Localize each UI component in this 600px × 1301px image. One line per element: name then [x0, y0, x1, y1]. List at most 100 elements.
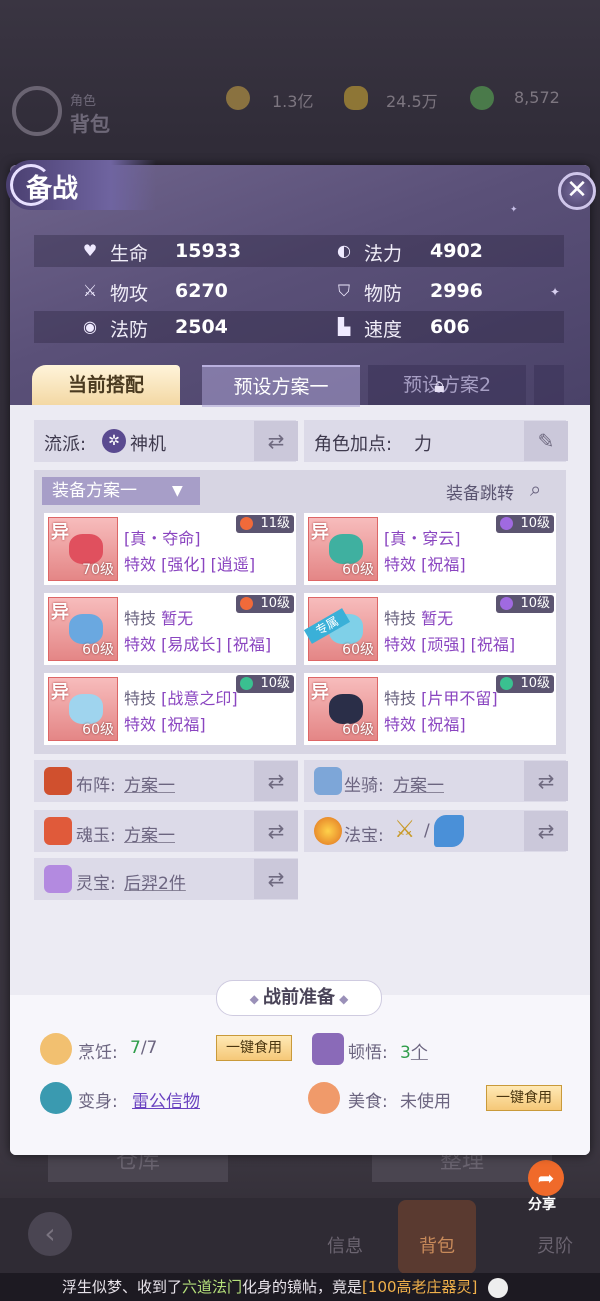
formation-value[interactable]: 方案一: [124, 771, 175, 796]
skill-line: 特技 暂无: [384, 605, 453, 629]
emoji-icon: [488, 1277, 509, 1298]
soul-jade-value[interactable]: 方案一: [124, 821, 175, 846]
share-button[interactable]: ➦ 分享: [524, 1160, 568, 1213]
equip-card[interactable]: 异 60级 10级 特技 [战意之印] 特效 [祝福]: [44, 673, 296, 745]
skill-value: [真・夺命]: [124, 529, 201, 548]
soul-jade-label: 魂玉:: [76, 826, 116, 846]
stat-value: 15933: [175, 240, 242, 262]
effect-label: 特效: [384, 635, 417, 654]
swap-mount-button[interactable]: ⇄: [524, 761, 568, 801]
gem-icon: [240, 677, 253, 690]
equip-level: 60级: [342, 642, 374, 658]
role-label: 角色: [70, 94, 97, 109]
tab-current[interactable]: 当前搭配: [32, 365, 180, 405]
skill-value: [战意之印]: [161, 689, 238, 708]
brush-icon[interactable]: ✎: [524, 421, 568, 461]
rarity-tag: 异: [51, 682, 69, 703]
effect-label: 特效: [384, 555, 417, 574]
equip-jump-link[interactable]: 装备跳转: [446, 479, 514, 504]
gem-icon: [240, 517, 253, 530]
gem-icon: [500, 517, 513, 530]
spirit-treasure-label: 灵宝:: [76, 874, 116, 894]
food-value: 未使用: [400, 1092, 451, 1112]
prep-title-text: 战前准备: [263, 987, 335, 1008]
stat-value: 6270: [175, 280, 228, 302]
treasure-separator: /: [424, 821, 430, 841]
swap-treasure-button[interactable]: ⇄: [524, 811, 568, 851]
equip-level: 60级: [82, 722, 114, 738]
skill-value: 暂无: [421, 609, 454, 628]
bun-icon: [40, 1033, 72, 1065]
enhance-level: 10级: [520, 596, 550, 611]
sword-icon: ⚔: [82, 281, 98, 300]
twin-sword-icon[interactable]: ⚔: [394, 815, 424, 847]
school-icon: ✲: [102, 429, 126, 453]
spirit-treasure-value[interactable]: 后羿2件: [124, 869, 186, 894]
cooking-count: 7: [130, 1038, 141, 1058]
food-label: 美食:: [348, 1092, 388, 1112]
transform-value[interactable]: 雷公信物: [132, 1087, 200, 1112]
equip-slot[interactable]: 专属 60级: [303, 597, 378, 661]
gold-ingot-icon: [344, 86, 368, 110]
equip-card[interactable]: 异 60级 10级 [真・穿云] 特效 [祝福]: [304, 513, 556, 585]
chevron-down-icon: ▼: [172, 483, 183, 499]
equip-level: 60级: [342, 722, 374, 738]
tab-more[interactable]: [534, 365, 564, 405]
treasure-label: 法宝:: [344, 826, 384, 846]
formation-label: 布阵:: [76, 776, 116, 796]
equip-card[interactable]: 异 60级 10级 特技 [片甲不留] 特效 [祝福]: [304, 673, 556, 745]
enhance-level: 10级: [260, 676, 290, 691]
mount-label: 坐骑:: [344, 776, 384, 796]
swap-soul-jade-button[interactable]: ⇄: [254, 811, 298, 851]
moon-icon: [12, 86, 62, 136]
equip-slot[interactable]: 异 60级: [308, 677, 378, 741]
panel-title: 备战: [26, 174, 79, 204]
equip-plan-dropdown[interactable]: 装备方案一 ▼: [42, 477, 200, 505]
marquee-highlight: [100高老庄器灵]: [362, 1278, 478, 1296]
stat-value: 4902: [430, 240, 483, 262]
insight-unit: 个: [410, 1043, 428, 1063]
currency-value: 24.5万: [386, 92, 438, 111]
effect-line: 特效 [易成长] [祝福]: [124, 631, 271, 655]
blue-gem-icon[interactable]: [434, 815, 464, 847]
lantern-icon: [40, 1082, 72, 1114]
equip-slot[interactable]: 异 60级: [308, 517, 378, 581]
stat-label: 生命: [110, 243, 149, 265]
rarity-tag: 异: [51, 602, 69, 623]
book-icon: [44, 767, 72, 795]
close-button[interactable]: ✕: [558, 172, 596, 210]
search-icon[interactable]: ⌕: [530, 477, 541, 501]
eat-all-button[interactable]: 一键食用: [216, 1035, 292, 1061]
stat-label: 法防: [110, 319, 149, 341]
enhance-badge: 10级: [496, 675, 554, 693]
swap-formation-button[interactable]: ⇄: [254, 761, 298, 801]
equip-card[interactable]: 异 60级 10级 特技 暂无 特效 [易成长] [祝福]: [44, 593, 296, 665]
equip-card[interactable]: 异 70级 11级 [真・夺命] 特效 [强化] [逍遥]: [44, 513, 296, 585]
insight-value[interactable]: 3个: [400, 1038, 428, 1063]
stat-value: 2504: [175, 316, 228, 338]
stat-label: 物防: [364, 283, 403, 305]
eat-food-button[interactable]: 一键食用: [486, 1085, 562, 1111]
tab-preset1[interactable]: 预设方案一: [202, 365, 360, 407]
tab-preset2[interactable]: 预设方案2 🔒︎: [368, 365, 526, 405]
rarity-tag: 异: [311, 522, 329, 543]
jade-icon: [470, 86, 494, 110]
enhance-badge: 11级: [236, 515, 294, 533]
gift-box-icon: [44, 865, 72, 893]
scroll-icon: [314, 767, 342, 795]
swap-spirit-treasure-button[interactable]: ⇄: [254, 859, 298, 899]
enhance-badge: 10级: [496, 595, 554, 613]
attr-label: 角色加点:: [314, 434, 393, 455]
equip-card[interactable]: 专属 60级 10级 特技 暂无 特效 [顽强] [祝福]: [303, 593, 556, 665]
equip-slot[interactable]: 异 70级: [48, 517, 118, 581]
skill-label: 特技: [124, 689, 157, 708]
equip-slot[interactable]: 异 60级: [48, 677, 118, 741]
skill-line: 特技 暂无: [124, 605, 193, 629]
effect-label: 特效: [384, 715, 417, 734]
equip-slot[interactable]: 异 60级: [48, 597, 118, 661]
currency-value: 1.3亿: [272, 92, 314, 111]
mount-value[interactable]: 方案一: [393, 771, 444, 796]
swap-school-button[interactable]: ⇄: [254, 421, 298, 461]
back-icon[interactable]: ‹: [28, 1212, 72, 1256]
stat-label: 法力: [364, 243, 403, 265]
